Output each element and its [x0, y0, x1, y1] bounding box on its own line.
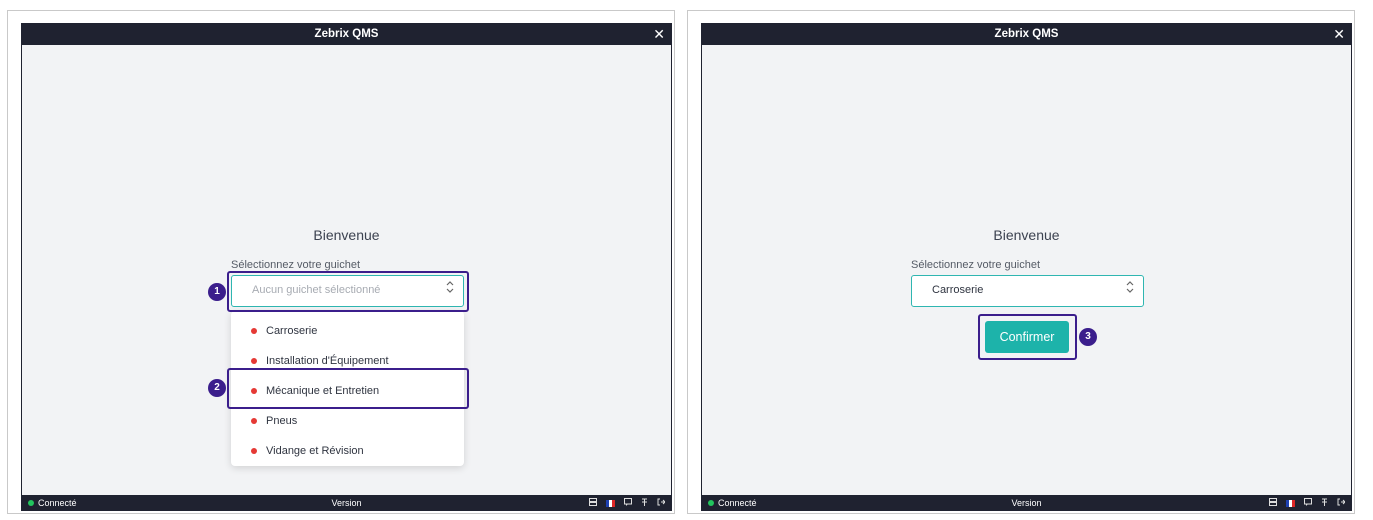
counter-select-value: Carroserie: [932, 284, 984, 296]
status-dot-icon: [251, 418, 257, 424]
app-window: Zebrix QMS ✕ Bienvenue Sélectionnez votr…: [701, 23, 1352, 511]
screenshot-step-2: Zebrix QMS ✕ Bienvenue Sélectionnez votr…: [687, 10, 1355, 514]
pin-icon[interactable]: [641, 495, 648, 511]
step-badge: 2: [208, 379, 226, 397]
pin-icon[interactable]: [1321, 495, 1328, 511]
step-badge: 1: [208, 283, 226, 301]
option-label: Installation d'Équipement: [266, 355, 389, 367]
confirm-button[interactable]: Confirmer: [985, 321, 1069, 353]
version-label: Version: [1011, 498, 1042, 508]
close-icon[interactable]: ✕: [653, 23, 665, 45]
counter-select-label: Sélectionnez votre guichet: [911, 259, 1041, 271]
counter-dropdown: Carroserie Installation d'Équipement Méc…: [231, 311, 464, 466]
counter-select[interactable]: Carroserie: [911, 275, 1144, 307]
chevron-updown-icon: [1126, 276, 1134, 305]
dropdown-option[interactable]: Installation d'Équipement: [231, 346, 464, 376]
app-window: Zebrix QMS ✕ Bienvenue Sélectionnez votr…: [21, 23, 672, 511]
step-badge: 3: [1079, 328, 1097, 346]
status-dot-icon: [251, 328, 257, 334]
counter-select-label: Sélectionnez votre guichet: [231, 259, 361, 271]
status-dot-icon: [251, 388, 257, 394]
flag-fr-icon[interactable]: [606, 499, 615, 507]
version-label: Version: [331, 498, 362, 508]
screenshot-step-1: Zebrix QMS ✕ Bienvenue Sélectionnez votr…: [7, 10, 675, 514]
status-dot-icon: [251, 448, 257, 454]
chat-icon[interactable]: [1304, 495, 1312, 511]
status-bar: Connecté Version: [22, 495, 671, 511]
close-icon[interactable]: ✕: [1333, 23, 1345, 45]
flag-fr-icon[interactable]: [1286, 499, 1295, 507]
welcome-heading: Bienvenue: [313, 227, 380, 243]
option-label: Pneus: [266, 415, 298, 427]
dropdown-option[interactable]: Carroserie: [231, 316, 464, 346]
logout-icon[interactable]: [657, 495, 666, 511]
chevron-updown-icon: [446, 276, 454, 305]
counter-select-placeholder: Aucun guichet sélectionné: [252, 284, 381, 296]
option-label: Vidange et Révision: [266, 445, 364, 457]
option-label: Carroserie: [266, 325, 318, 337]
server-icon[interactable]: [1269, 495, 1277, 511]
counter-select[interactable]: Aucun guichet sélectionné: [231, 275, 464, 307]
status-bar: Connecté Version: [702, 495, 1351, 511]
title-bar: Zebrix QMS ✕: [702, 23, 1351, 45]
dropdown-option[interactable]: Vidange et Révision: [231, 436, 464, 466]
dropdown-option[interactable]: Mécanique et Entretien: [231, 376, 464, 406]
logout-icon[interactable]: [1337, 495, 1346, 511]
title-bar: Zebrix QMS ✕: [22, 23, 671, 45]
status-dot-icon: [251, 358, 257, 364]
chat-icon[interactable]: [624, 495, 632, 511]
window-title: Zebrix QMS: [994, 28, 1059, 40]
dropdown-option[interactable]: Pneus: [231, 406, 464, 436]
status-icons: [589, 495, 666, 511]
server-icon[interactable]: [589, 495, 597, 511]
welcome-heading: Bienvenue: [993, 227, 1060, 243]
status-icons: [1269, 495, 1346, 511]
window-title: Zebrix QMS: [314, 28, 379, 40]
option-label: Mécanique et Entretien: [266, 385, 380, 397]
